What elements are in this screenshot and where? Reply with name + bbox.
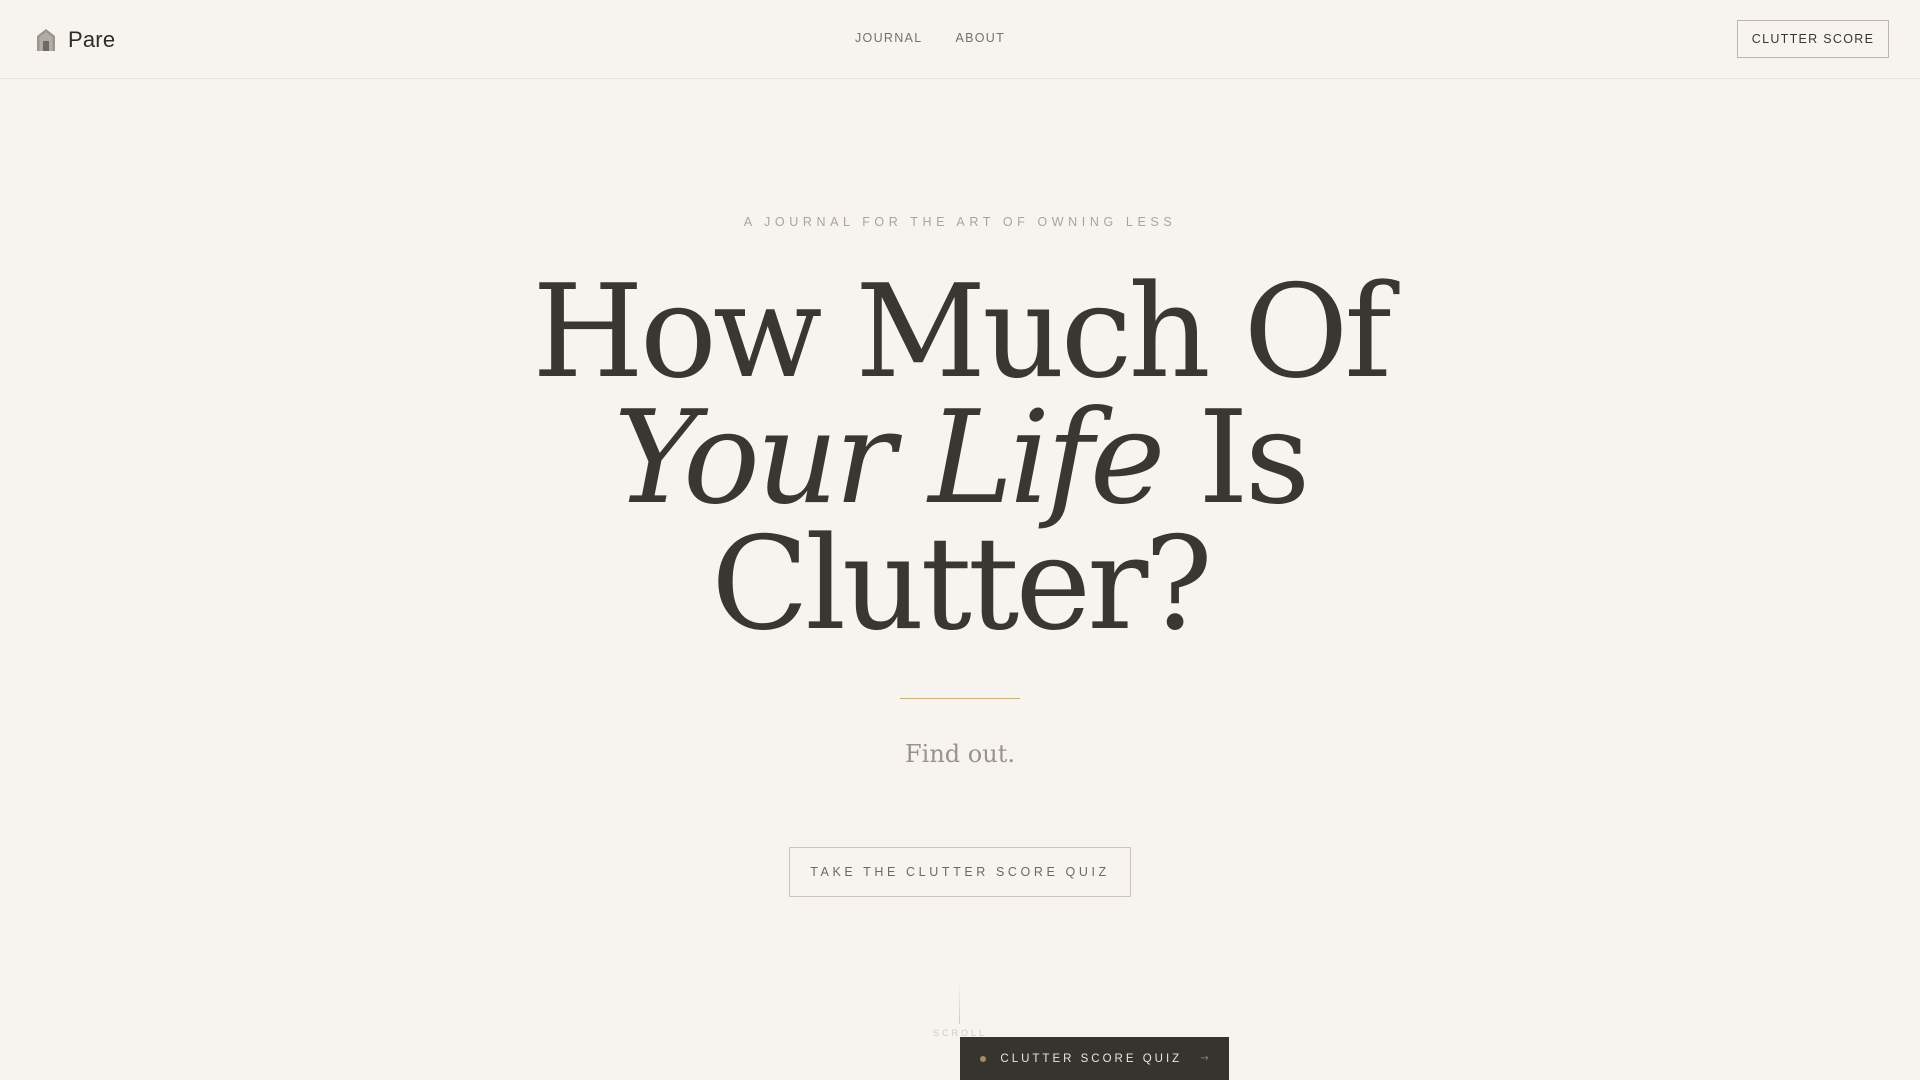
scroll-indicator-line — [959, 982, 960, 1024]
clutter-score-button[interactable]: CLUTTER SCORE — [1737, 20, 1889, 58]
gold-divider — [900, 698, 1020, 699]
dot-icon — [980, 1055, 987, 1062]
brand-logo-link[interactable]: Pare — [36, 27, 115, 53]
headline-line-3: Clutter? — [711, 510, 1213, 659]
brand-name: Pare — [68, 27, 116, 52]
main-nav: JOURNAL ABOUT — [855, 31, 1005, 45]
arrow-right-icon: → — [1200, 1053, 1209, 1064]
sticky-quiz-tab[interactable]: CLUTTER SCORE QUIZ → — [960, 1037, 1229, 1080]
headline-line-2: Your Life Is — [0, 395, 1920, 523]
nav-link-journal[interactable]: JOURNAL — [855, 31, 922, 45]
headline-line-1: How Much Of — [532, 258, 1392, 407]
hero-eyebrow: A JOURNAL FOR THE ART OF OWNING LESS — [743, 215, 1177, 229]
take-quiz-button[interactable]: TAKE THE CLUTTER SCORE QUIZ — [789, 847, 1131, 897]
top-navigation-bar: Pare JOURNAL ABOUT CLUTTER SCORE — [0, 0, 1920, 79]
hero-tagline: Find out. — [905, 740, 1015, 768]
quiz-tab-label: CLUTTER SCORE QUIZ — [1000, 1052, 1183, 1065]
nav-link-about[interactable]: ABOUT — [955, 31, 1005, 45]
hero-headline: How Much Of Your Life Is Clutter? — [0, 258, 1920, 659]
house-icon — [37, 29, 55, 51]
